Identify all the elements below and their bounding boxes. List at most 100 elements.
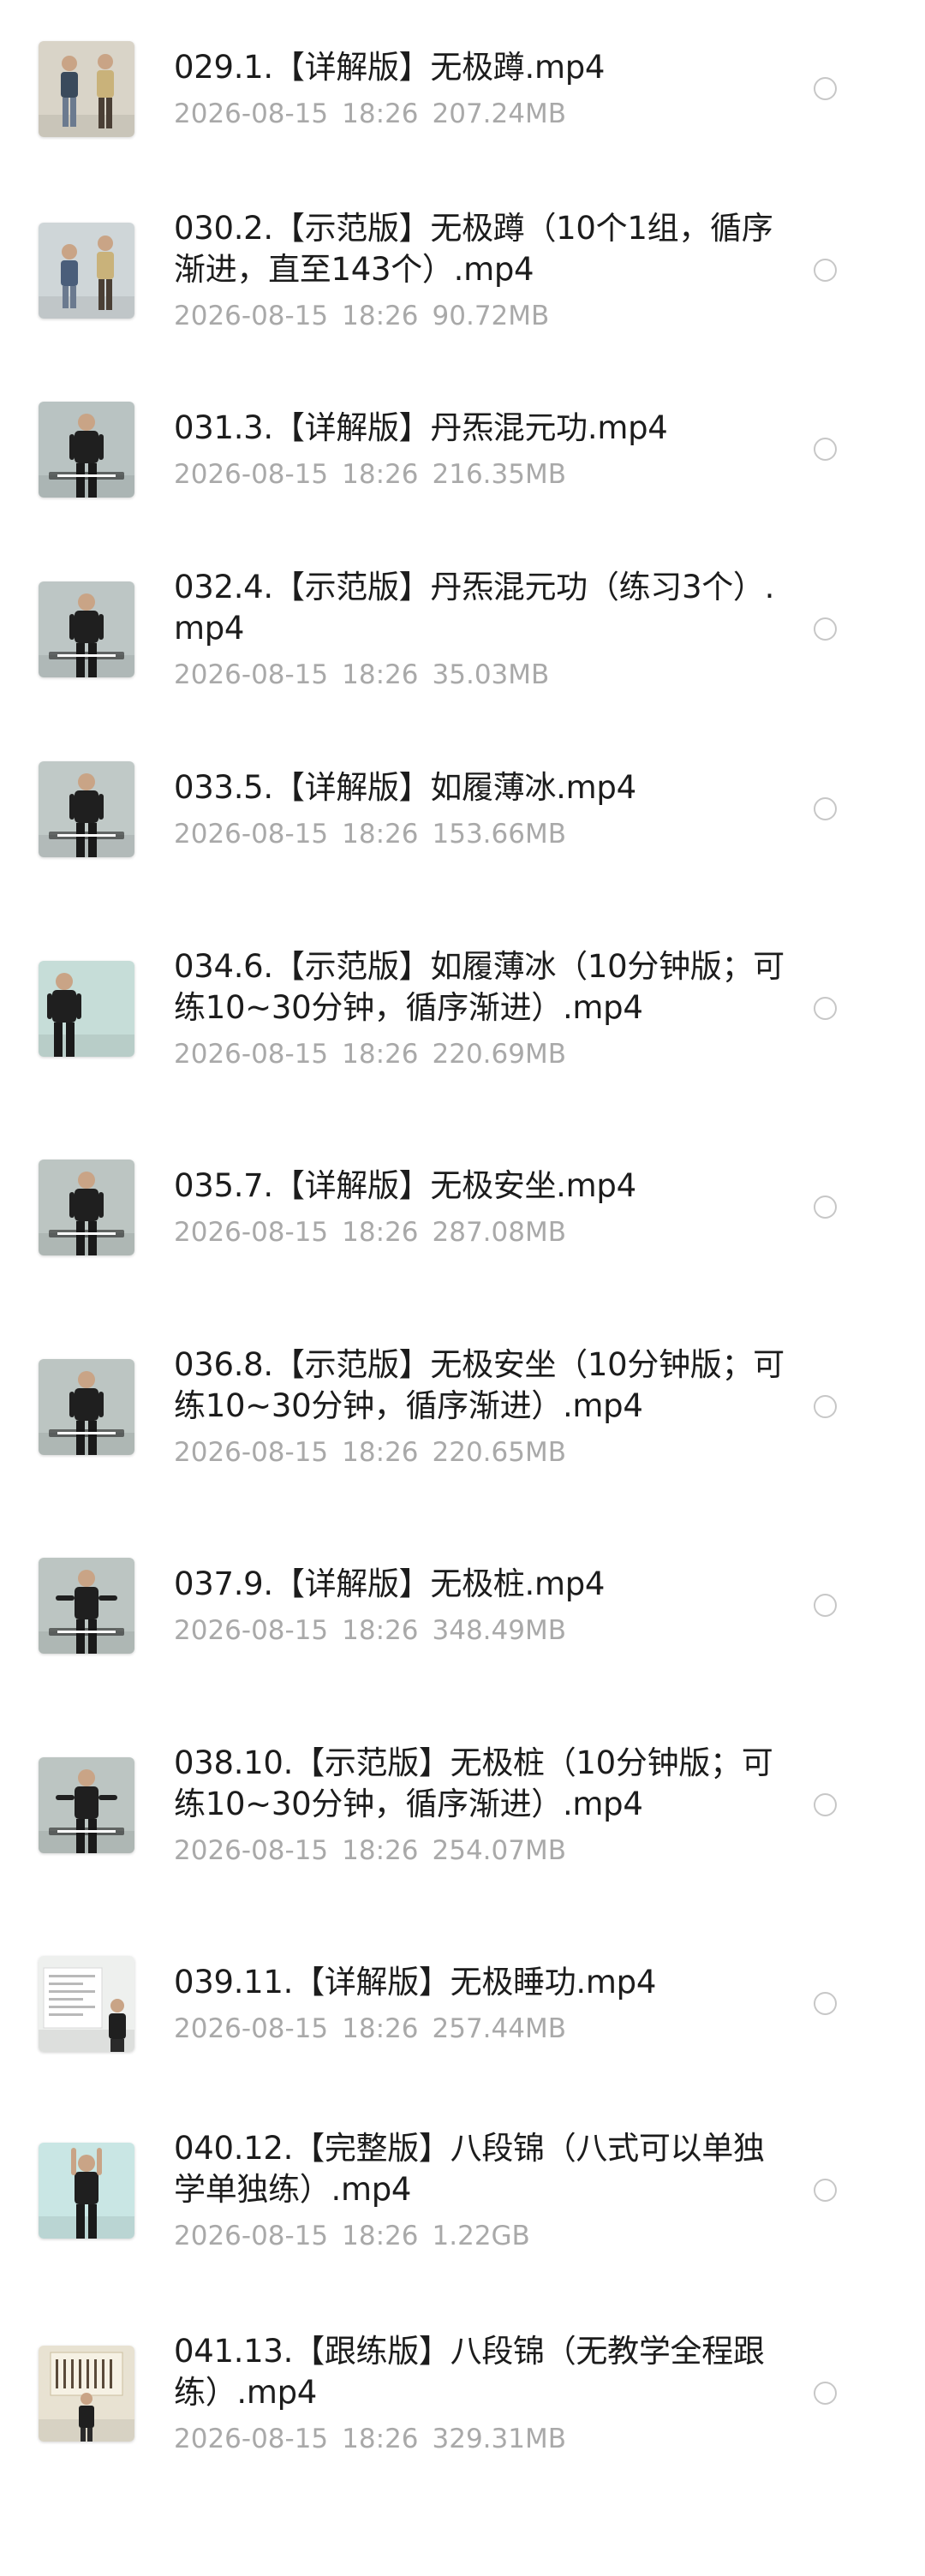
file-meta: 2026-08-15 18:26 220.69MB [174,1037,788,1071]
video-thumbnail[interactable] [39,1956,134,2052]
file-row[interactable]: 038.10.【示范版】无极桩（10分钟版；可练10~30分钟，循序渐进）.mp… [0,1691,925,1918]
file-meta: 2026-08-15 18:26 207.24MB [174,97,788,131]
thumbnail-image [39,2346,134,2442]
select-radio[interactable] [814,617,837,641]
file-info: 036.8.【示范版】无极安坐（10分钟版；可练10~30分钟，循序渐进）.mp… [174,1345,788,1470]
file-name: 034.6.【示范版】如履薄冰（10分钟版；可练10~30分钟，循序渐进）.mp… [174,947,785,1026]
thumbnail-image [39,1956,134,2052]
file-info: 032.4.【示范版】丹炁混元功（练习3个）.mp4 2026-08-15 18:… [174,567,788,692]
file-name: 033.5.【详解版】如履薄冰.mp4 [174,769,636,806]
video-thumbnail[interactable] [39,223,134,319]
file-time: 18:26 [342,2013,419,2044]
file-row[interactable]: 033.5.【详解版】如履薄冰.mp4 2026-08-15 18:26 153.6… [0,724,925,895]
select-radio[interactable] [814,1394,837,1418]
file-time: 18:26 [342,301,419,331]
file-row[interactable]: 030.2.【示范版】无极蹲（10个1组，循序渐进，直至143个）.mp4 20… [0,177,925,364]
select-radio[interactable] [814,1792,837,1816]
select-radio[interactable] [814,259,837,282]
file-meta: 2026-08-15 18:26 216.35MB [174,457,788,492]
file-name: 040.12.【完整版】八段锦（八式可以单独学单独练）.mp4 [174,2129,765,2208]
file-row[interactable]: 035.7.【详解版】无极安坐.mp4 2026-08-15 18:26 287.0… [0,1122,925,1293]
file-row[interactable]: 032.4.【示范版】丹炁混元功（练习3个）.mp4 2026-08-15 18:… [0,535,925,724]
select-radio[interactable] [814,1594,837,1617]
thumbnail-image [39,1558,134,1654]
file-row[interactable]: 036.8.【示范版】无极安坐（10分钟版；可练10~30分钟，循序渐进）.mp… [0,1293,925,1520]
file-name: 039.11.【详解版】无极睡功.mp4 [174,1964,657,2001]
file-time: 18:26 [342,819,419,850]
file-size: 257.44MB [432,2013,566,2044]
file-size: 348.49MB [432,1615,566,1646]
video-thumbnail[interactable] [39,761,134,857]
file-name: 029.1.【详解版】无极蹲.mp4 [174,48,606,86]
file-name: 030.2.【示范版】无极蹲（10个1组，循序渐进，直至143个）.mp4 [174,210,773,288]
file-time: 18:26 [342,1038,419,1070]
thumbnail-image [39,1160,134,1255]
file-meta: 2026-08-15 18:26 153.66MB [174,817,788,851]
file-info: 038.10.【示范版】无极桩（10分钟版；可练10~30分钟，循序渐进）.mp… [174,1743,788,1868]
file-size: 1.22GB [432,2220,530,2251]
file-row[interactable]: 039.11.【详解版】无极睡功.mp4 2026-08-15 18:26 257.… [0,1918,925,2090]
thumbnail-image [39,402,134,498]
file-date: 2026-08-15 [174,1615,329,1646]
file-name: 038.10.【示范版】无极桩（10分钟版；可练10~30分钟，循序渐进）.mp… [174,1744,773,1822]
video-thumbnail[interactable] [39,40,134,137]
file-size: 254.07MB [432,1834,566,1866]
file-row[interactable]: 031.3.【详解版】丹炁混元功.mp4 2026-08-15 18:26 216.… [0,364,925,535]
file-meta: 2026-08-15 18:26 329.31MB [174,2422,788,2456]
file-info: 040.12.【完整版】八段锦（八式可以单独学单独练）.mp4 2026-08-… [174,2128,788,2253]
thumbnail-image [39,761,134,857]
video-thumbnail[interactable] [39,1358,134,1455]
file-info: 029.1.【详解版】无极蹲.mp4 2026-08-15 18:26 207.24… [174,47,788,131]
file-row[interactable]: 037.9.【详解版】无极桩.mp4 2026-08-15 18:26 348.49… [0,1520,925,1691]
select-radio[interactable] [814,2382,837,2405]
file-size: 207.24MB [432,98,566,129]
file-time: 18:26 [342,1615,419,1646]
file-size: 153.66MB [432,819,566,850]
thumbnail-image [39,223,134,319]
file-info: 039.11.【详解版】无极睡功.mp4 2026-08-15 18:26 257.… [174,1962,788,2046]
select-radio[interactable] [814,2178,837,2202]
file-date: 2026-08-15 [174,1834,329,1866]
file-size: 35.03MB [432,659,550,690]
file-list: 029.1.【详解版】无极蹲.mp4 2026-08-15 18:26 207.24… [0,0,925,2576]
file-date: 2026-08-15 [174,2013,329,2044]
video-thumbnail[interactable] [39,2346,134,2442]
video-thumbnail[interactable] [39,1558,134,1654]
file-time: 18:26 [342,459,419,490]
file-row[interactable]: 041.13.【跟练版】八段锦（无教学全程跟练）.mp4 2026-08-15 1… [0,2291,925,2496]
thumbnail-image [39,2142,134,2239]
file-info: 034.6.【示范版】如履薄冰（10分钟版；可练10~30分钟，循序渐进）.mp… [174,946,788,1071]
select-radio[interactable] [814,1992,837,2015]
file-size: 287.08MB [432,1217,566,1248]
select-radio[interactable] [814,797,837,820]
file-time: 18:26 [342,2220,419,2251]
thumbnail-image [39,1358,134,1455]
file-meta: 2026-08-15 18:26 1.22GB [174,2219,788,2253]
file-info: 030.2.【示范版】无极蹲（10个1组，循序渐进，直至143个）.mp4 20… [174,208,788,333]
video-thumbnail[interactable] [39,960,134,1057]
file-row[interactable]: 040.12.【完整版】八段锦（八式可以单独学单独练）.mp4 2026-08-… [0,2090,925,2291]
video-thumbnail[interactable] [39,1160,134,1255]
select-radio[interactable] [814,76,837,100]
video-thumbnail[interactable] [39,581,134,677]
file-name: 032.4.【示范版】丹炁混元功（练习3个）.mp4 [174,569,775,647]
file-date: 2026-08-15 [174,98,329,129]
file-name: 035.7.【详解版】无极安坐.mp4 [174,1167,636,1204]
file-time: 18:26 [342,1834,419,1866]
select-radio[interactable] [814,996,837,1020]
file-size: 329.31MB [432,2424,566,2454]
file-date: 2026-08-15 [174,301,329,331]
select-radio[interactable] [814,438,837,461]
file-meta: 2026-08-15 18:26 90.72MB [174,299,788,333]
file-time: 18:26 [342,2424,419,2454]
file-date: 2026-08-15 [174,2220,329,2251]
file-meta: 2026-08-15 18:26 220.65MB [174,1435,788,1470]
video-thumbnail[interactable] [39,2142,134,2239]
file-name: 031.3.【详解版】丹炁混元功.mp4 [174,409,668,446]
file-row[interactable]: 029.1.【详解版】无极蹲.mp4 2026-08-15 18:26 207.24… [0,0,925,177]
video-thumbnail[interactable] [39,1756,134,1853]
video-thumbnail[interactable] [39,402,134,498]
file-time: 18:26 [342,659,419,690]
select-radio[interactable] [814,1196,837,1219]
file-row[interactable]: 034.6.【示范版】如履薄冰（10分钟版；可练10~30分钟，循序渐进）.mp… [0,895,925,1122]
